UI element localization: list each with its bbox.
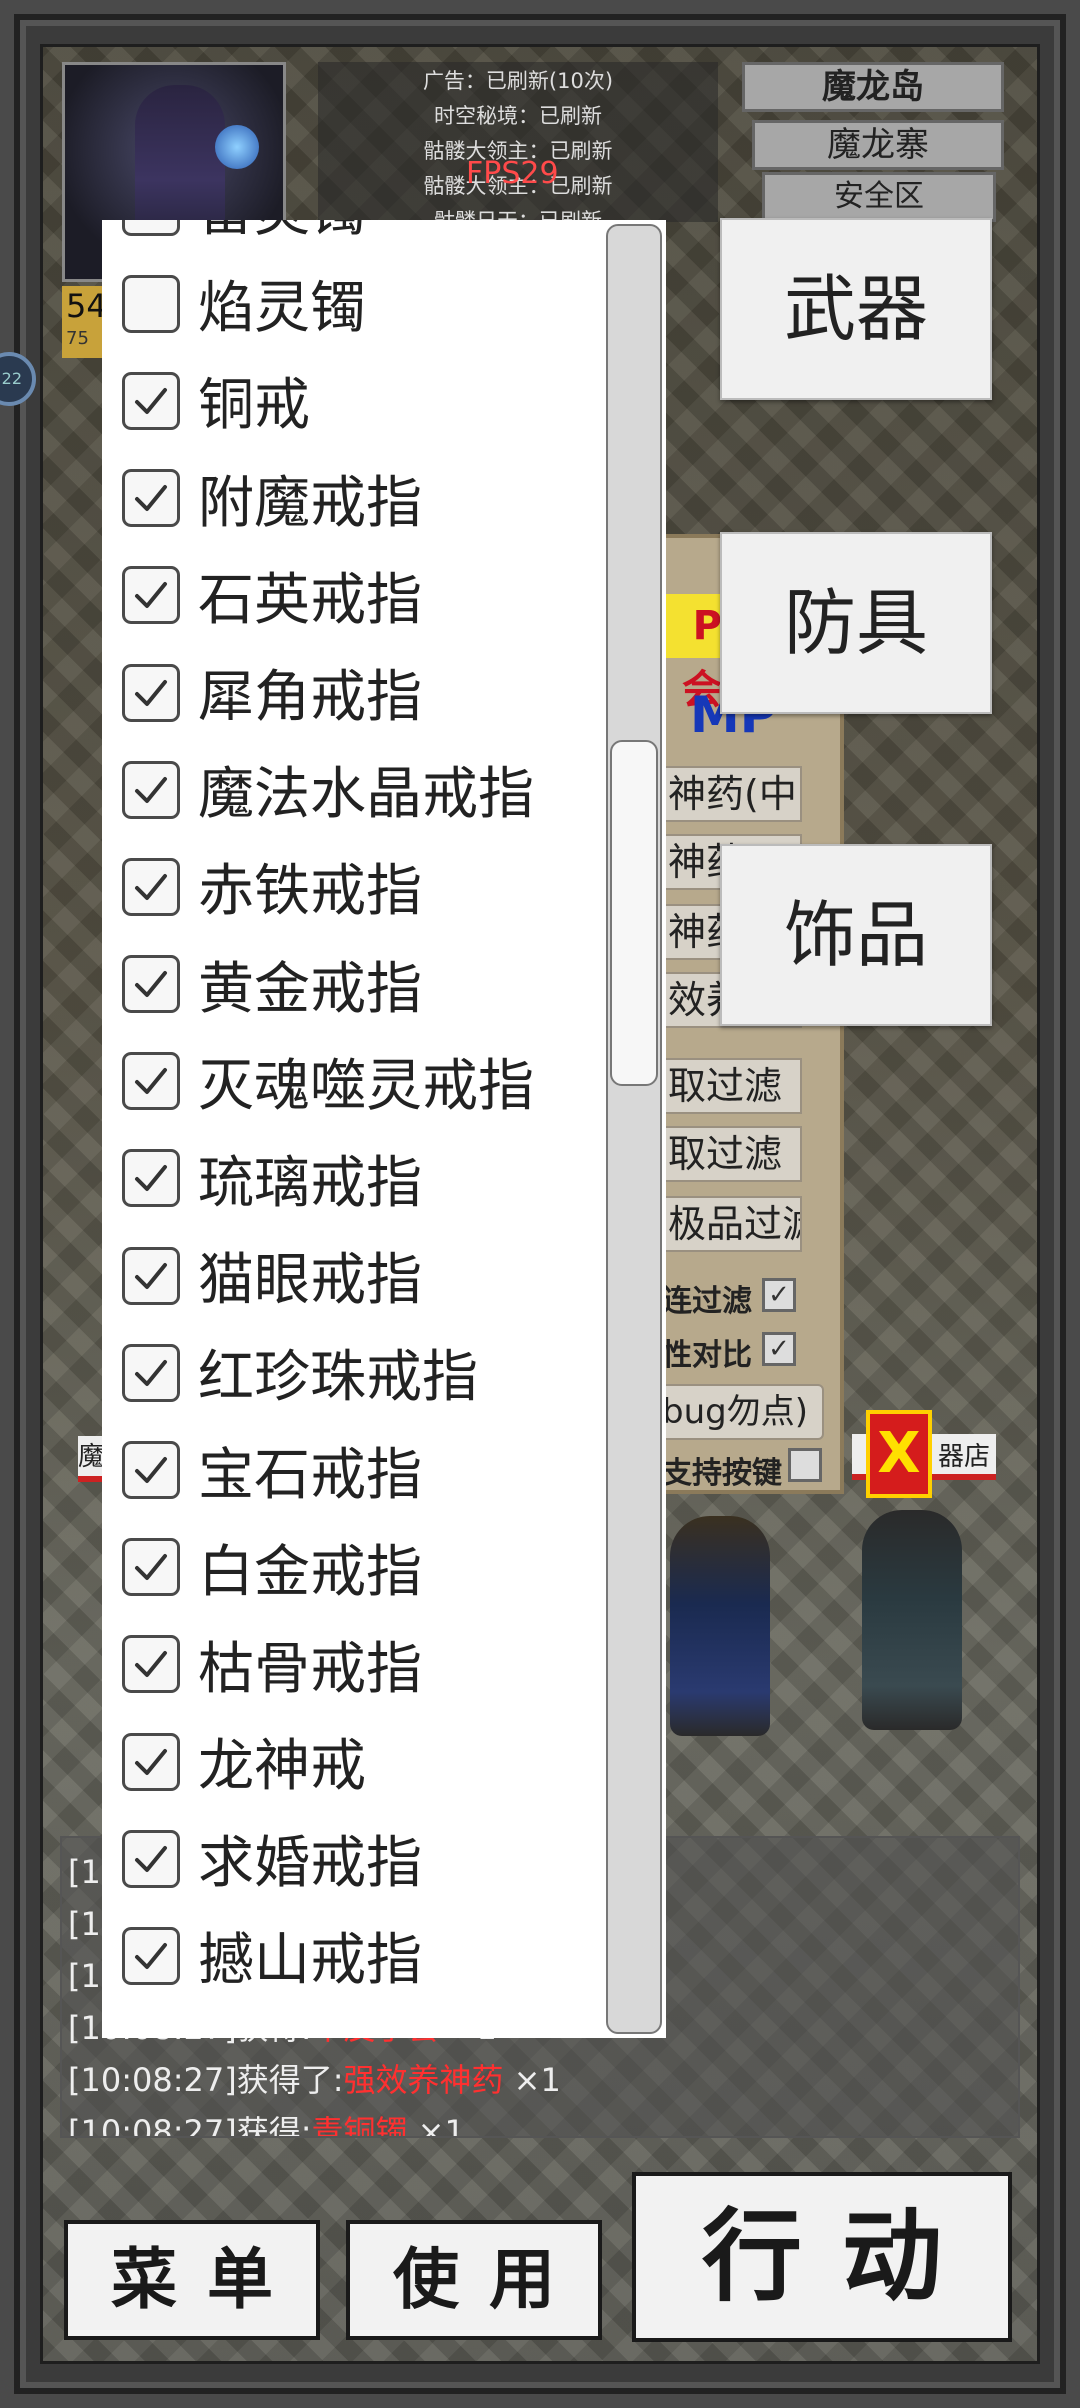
premium-filter-button[interactable]: 极品过滤 <box>660 1196 802 1252</box>
filter-item-label: 灭魂噬灵戒指 <box>198 1053 534 1119</box>
level-value: 54 <box>66 287 107 325</box>
sub-map-name: 魔龙寨 <box>752 120 1004 170</box>
filter-item-label: 白金戒指 <box>198 1539 422 1605</box>
filter-list-item[interactable]: 石英戒指 <box>102 547 602 644</box>
checkbox-checked-icon[interactable] <box>122 857 180 916</box>
filter-list-item[interactable]: 魔法水晶戒指 <box>102 741 602 838</box>
filter-item-label: 附魔戒指 <box>198 470 422 536</box>
filter-button-1[interactable]: 取过滤 <box>660 1058 802 1114</box>
key-support-label: 支持按键 <box>662 1456 782 1491</box>
log-line: [10:08:27]获得:青铜镯 ×1 <box>68 2113 465 2138</box>
checkbox-checked-icon[interactable] <box>122 1538 180 1597</box>
filter-list-item[interactable]: 犀角戒指 <box>102 644 602 741</box>
checkbox-checked-icon[interactable] <box>122 1052 180 1111</box>
checkbox-checked-icon[interactable] <box>122 469 180 528</box>
armor-category-button[interactable]: 防具 <box>720 532 992 714</box>
filter-list-item[interactable]: 求婚戒指 <box>102 1810 602 1907</box>
checkbox-unchecked-icon[interactable] <box>122 274 180 333</box>
vip-badge: P会 <box>662 594 722 713</box>
checkbox-checked-icon[interactable] <box>122 1343 180 1402</box>
checkbox-checked-icon[interactable] <box>122 1926 180 1985</box>
filter-list-item[interactable]: 白金戒指 <box>102 1519 602 1616</box>
filter-item-label: 焰灵镯 <box>198 276 366 342</box>
filter-list-item[interactable]: 宝石戒指 <box>102 1421 602 1518</box>
fps-counter: FPS29 <box>466 156 559 191</box>
side-float-badge: 22 <box>1 369 22 388</box>
checkbox-checked-icon[interactable] <box>122 566 180 625</box>
compare-option-checkbox[interactable]: ✓ <box>762 1332 796 1366</box>
filter-list-item[interactable]: 灭魂噬灵戒指 <box>102 1033 602 1130</box>
debug-button[interactable]: bug勿点) <box>660 1384 824 1440</box>
npc-character[interactable] <box>670 1516 770 1736</box>
zone-label: 安全区 <box>762 172 996 222</box>
filter-list-item[interactable]: 黄金戒指 <box>102 936 602 1033</box>
checkbox-checked-icon[interactable] <box>122 1635 180 1694</box>
filter-option-label: 连过滤 <box>662 1284 752 1319</box>
filter-item-label: 铜戒 <box>198 373 310 439</box>
filter-list-item[interactable]: 琉璃戒指 <box>102 1130 602 1227</box>
potion-select[interactable]: 神药(中)⌄ <box>660 766 802 822</box>
notice-line: 广告：已刷新(10次) <box>422 69 614 93</box>
filter-item-label: 黄金戒指 <box>198 956 422 1022</box>
refresh-notices: 广告：已刷新(10次) 时空秘境：已刷新 骷髅大领主：已刷新 骷髅大领主：已刷新… <box>318 62 718 233</box>
dropdown-scrollbar[interactable] <box>606 224 662 2034</box>
filter-item-label: 犀角戒指 <box>198 665 422 731</box>
level-badge: 54 75 <box>62 286 107 358</box>
checkbox-unchecked-icon[interactable] <box>122 220 180 236</box>
filter-item-label: 石英戒指 <box>198 567 422 633</box>
item-filter-list: 雷灵镯焰灵镯铜戒附魔戒指石英戒指犀角戒指魔法水晶戒指赤铁戒指黄金戒指灭魂噬灵戒指… <box>102 220 602 2005</box>
checkbox-checked-icon[interactable] <box>122 1732 180 1791</box>
checkbox-checked-icon[interactable] <box>122 1149 180 1208</box>
filter-item-label: 雷灵镯 <box>198 220 366 247</box>
filter-item-label: 求婚戒指 <box>198 1831 422 1897</box>
filter-list-item[interactable]: 枯骨戒指 <box>102 1616 602 1713</box>
menu-button[interactable]: 菜单 <box>64 2220 320 2340</box>
filter-button-2[interactable]: 取过滤 <box>660 1126 802 1182</box>
accessory-category-button[interactable]: 饰品 <box>720 844 992 1026</box>
filter-option-checkbox[interactable]: ✓ <box>762 1278 796 1312</box>
filter-item-label: 魔法水晶戒指 <box>198 762 534 828</box>
filter-list-item[interactable]: 龙神戒 <box>102 1713 602 1810</box>
npc-swordsman[interactable] <box>862 1510 962 1730</box>
scrollbar-thumb[interactable] <box>610 740 658 1086</box>
checkbox-checked-icon[interactable] <box>122 955 180 1014</box>
filter-item-label: 宝石戒指 <box>198 1442 422 1508</box>
filter-list-item[interactable]: 附魔戒指 <box>102 450 602 547</box>
filter-item-label: 红珍珠戒指 <box>198 1345 478 1411</box>
filter-item-label: 赤铁戒指 <box>198 859 422 925</box>
compare-option-label: 性对比 <box>662 1338 752 1373</box>
filter-item-label: 撼山戒指 <box>198 1928 422 1994</box>
filter-list-item[interactable]: 铜戒 <box>102 352 602 449</box>
checkbox-checked-icon[interactable] <box>122 1246 180 1305</box>
filter-item-label: 猫眼戒指 <box>198 1248 422 1314</box>
log-line: [10:08:27]获得了:强效养神药 ×1 <box>68 2061 561 2099</box>
filter-list-item[interactable]: 赤铁戒指 <box>102 838 602 935</box>
checkbox-checked-icon[interactable] <box>122 1829 180 1888</box>
filter-list-item[interactable]: 雷灵镯 <box>102 220 602 255</box>
close-panel-button[interactable]: X <box>866 1410 932 1498</box>
checkbox-checked-icon[interactable] <box>122 371 180 430</box>
checkbox-checked-icon[interactable] <box>122 663 180 722</box>
filter-list-item[interactable]: 焰灵镯 <box>102 255 602 352</box>
filter-list-item[interactable]: 红珍珠戒指 <box>102 1324 602 1421</box>
key-support-checkbox[interactable] <box>788 1448 822 1482</box>
filter-item-label: 龙神戒 <box>198 1734 366 1800</box>
weapon-category-button[interactable]: 武器 <box>720 218 992 400</box>
checkbox-checked-icon[interactable] <box>122 760 180 819</box>
checkbox-checked-icon[interactable] <box>122 1441 180 1500</box>
filter-list-item[interactable]: 撼山戒指 <box>102 1907 602 2004</box>
magic-orb-icon <box>215 125 259 169</box>
notice-line: 时空秘境：已刷新 <box>434 104 602 128</box>
map-name[interactable]: 魔龙岛 <box>742 62 1004 112</box>
filter-item-label: 琉璃戒指 <box>198 1150 422 1216</box>
filter-list-item[interactable]: 猫眼戒指 <box>102 1227 602 1324</box>
filter-item-label: 枯骨戒指 <box>198 1636 422 1702</box>
sub-level-value: 75 <box>66 328 89 349</box>
use-button[interactable]: 使用 <box>346 2220 602 2340</box>
item-filter-dropdown[interactable]: 雷灵镯焰灵镯铜戒附魔戒指石英戒指犀角戒指魔法水晶戒指赤铁戒指黄金戒指灭魂噬灵戒指… <box>102 220 666 2038</box>
action-button[interactable]: 行动 <box>632 2172 1012 2342</box>
